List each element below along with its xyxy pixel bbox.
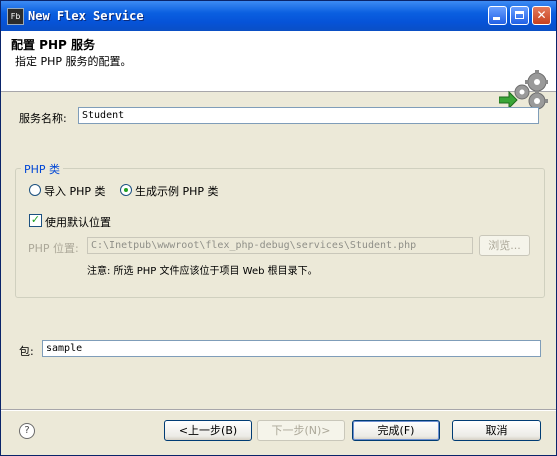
generate-php-class-label[interactable]: 生成示例 PHP 类 bbox=[135, 183, 219, 199]
footer-separator bbox=[1, 409, 556, 411]
close-icon: ✕ bbox=[536, 8, 547, 22]
close-button[interactable]: ✕ bbox=[532, 6, 551, 25]
import-php-class-radio[interactable] bbox=[29, 184, 41, 196]
browse-button[interactable]: 浏览... bbox=[479, 235, 530, 256]
finish-button[interactable]: 完成(F) bbox=[352, 420, 440, 441]
window-title: New Flex Service bbox=[28, 9, 144, 23]
checkmark-icon: ✓ bbox=[30, 213, 41, 226]
import-php-class-label[interactable]: 导入 PHP 类 bbox=[44, 183, 106, 199]
question-icon[interactable]: ? bbox=[19, 423, 35, 439]
dialog-window: Fb New Flex Service ✕ 配置 PHP 服务 指定 PHP 服… bbox=[0, 0, 557, 456]
back-button[interactable]: <上一步(B) bbox=[164, 420, 252, 441]
php-location-input[interactable]: C:\Inetpub\wwwroot\flex_php-debug\servic… bbox=[87, 237, 473, 254]
location-note: 注意: 所选 PHP 文件应该位于项目 Web 根目录下。 bbox=[87, 266, 318, 277]
maximize-button[interactable] bbox=[510, 6, 529, 25]
php-location-label: PHP 位置: bbox=[28, 242, 79, 255]
wizard-header: 配置 PHP 服务 指定 PHP 服务的配置。 bbox=[1, 31, 556, 113]
php-class-group-title: PHP 类 bbox=[21, 161, 64, 177]
title-bar[interactable]: Fb New Flex Service ✕ bbox=[1, 1, 556, 31]
use-default-location-checkbox[interactable]: ✓ bbox=[29, 213, 42, 227]
minimize-button[interactable] bbox=[488, 6, 507, 25]
next-button[interactable]: 下一步(N)> bbox=[257, 420, 345, 441]
page-description: 指定 PHP 服务的配置。 bbox=[15, 55, 132, 68]
use-default-location-label[interactable]: 使用默认位置 bbox=[45, 214, 111, 230]
page-title: 配置 PHP 服务 bbox=[11, 38, 95, 52]
generate-php-class-radio[interactable] bbox=[120, 184, 132, 196]
maximize-icon bbox=[515, 11, 524, 19]
wizard-content: 服务名称: Student PHP 类 导入 PHP 类 生成示例 PHP 类 … bbox=[1, 92, 556, 412]
service-name-input[interactable]: Student bbox=[78, 107, 539, 124]
service-name-label: 服务名称: bbox=[19, 112, 67, 125]
radio-selected-dot bbox=[124, 188, 128, 192]
cancel-button[interactable]: 取消 bbox=[452, 420, 541, 441]
package-label: 包: bbox=[19, 345, 34, 358]
minimize-icon bbox=[493, 17, 500, 20]
flex-builder-app-icon: Fb bbox=[7, 8, 24, 25]
package-input[interactable]: sample bbox=[42, 340, 541, 357]
